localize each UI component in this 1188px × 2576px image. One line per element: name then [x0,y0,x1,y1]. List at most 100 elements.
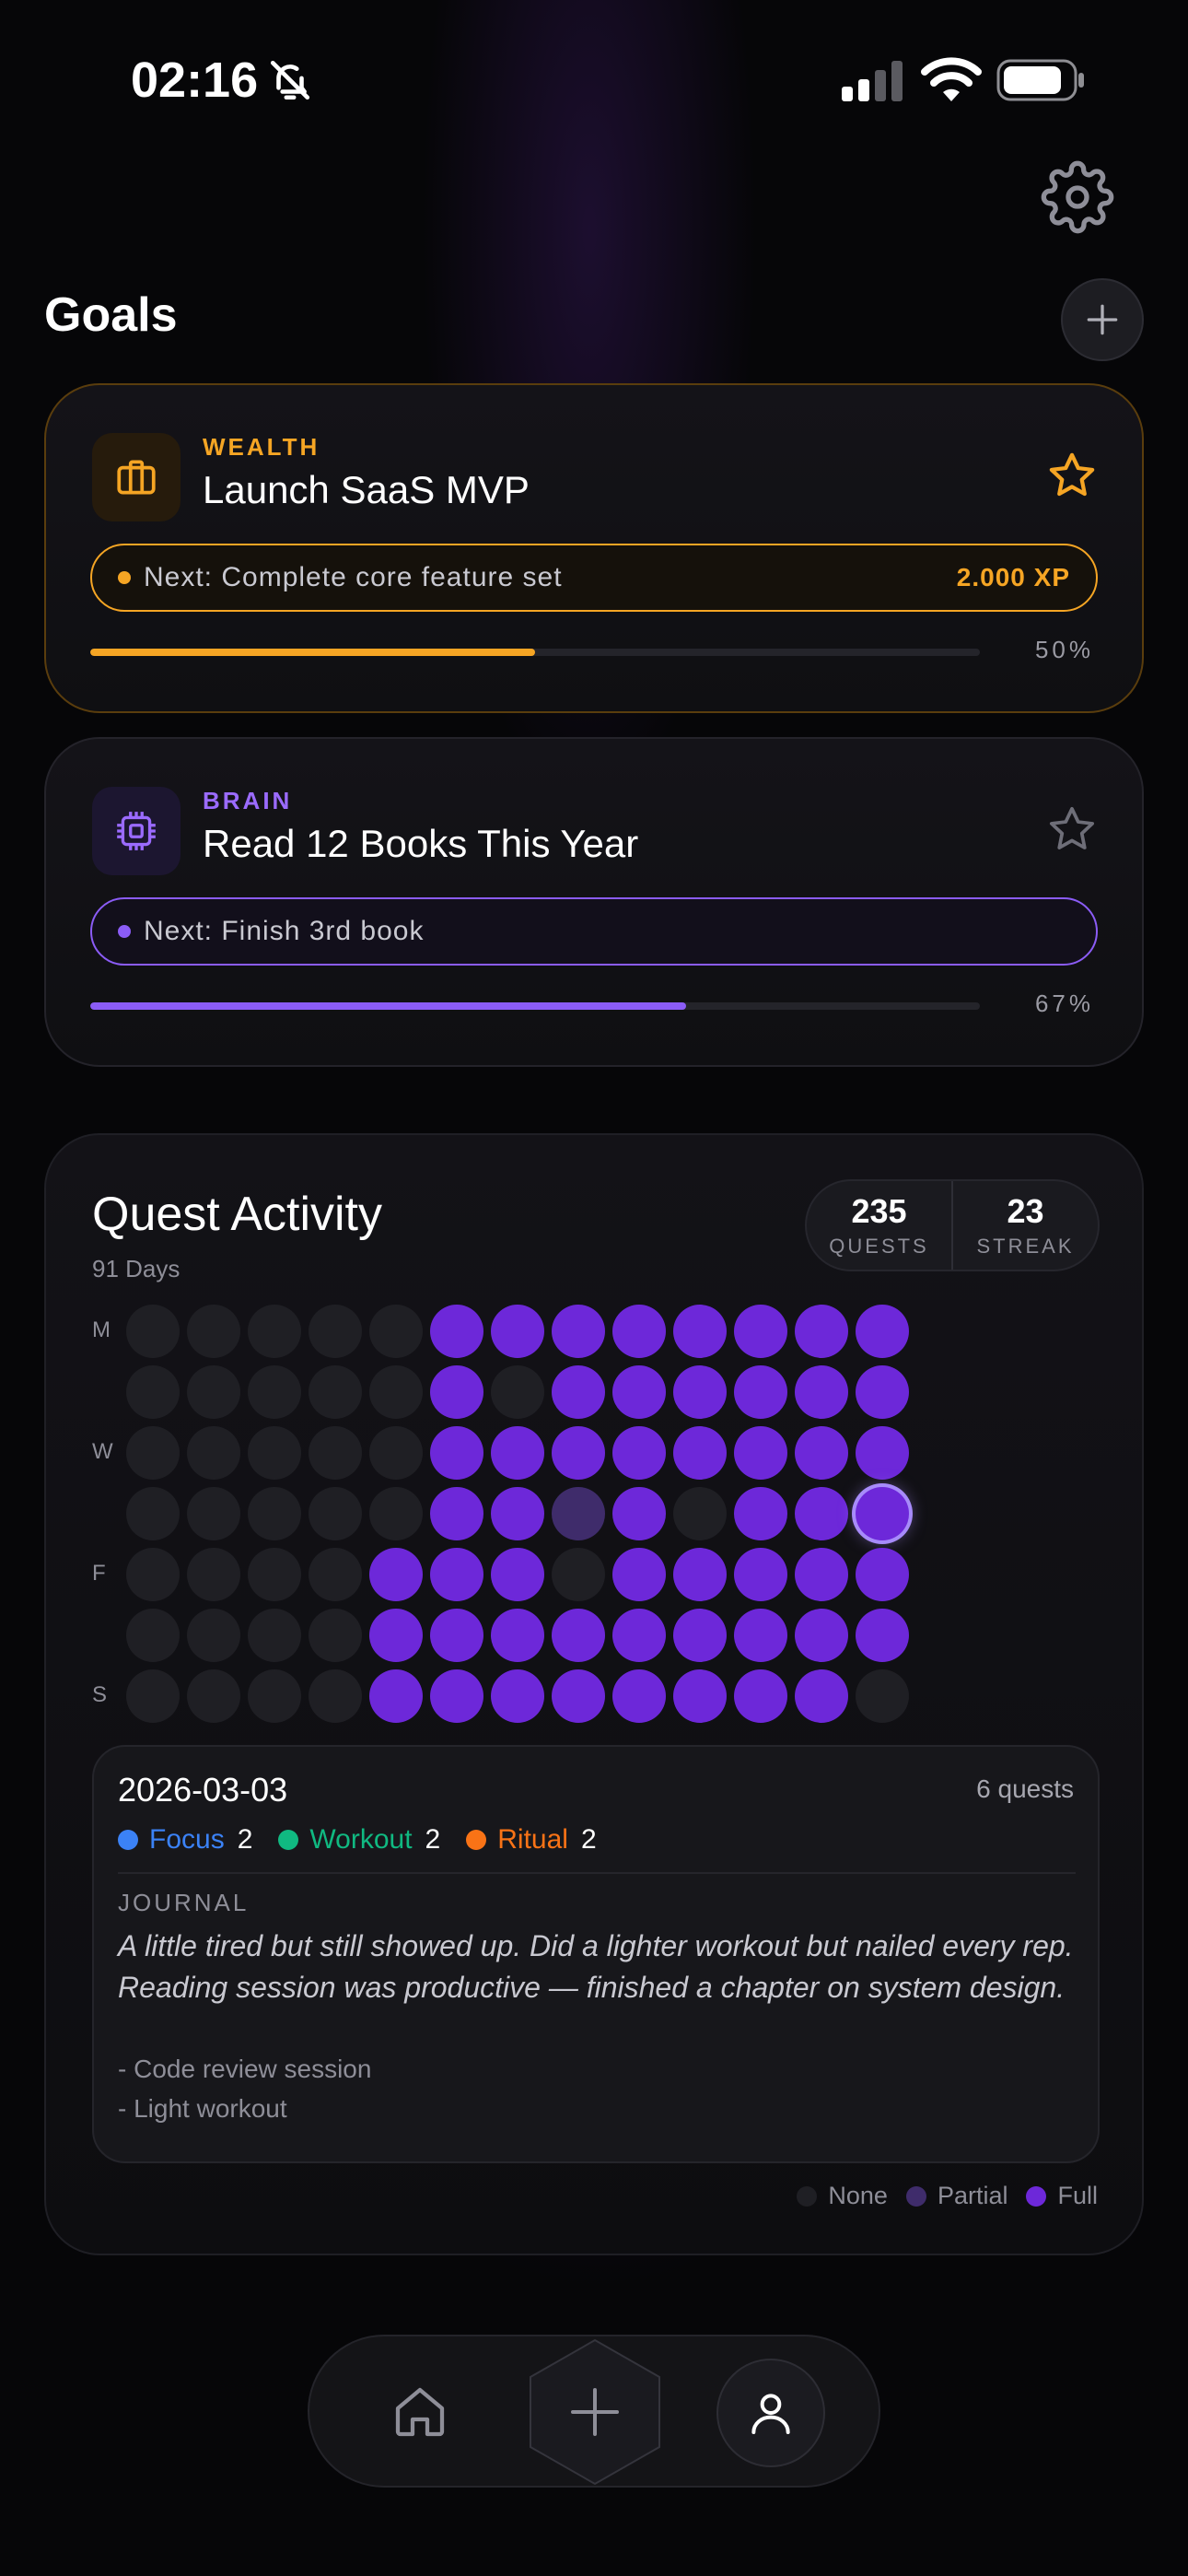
heatmap-cell[interactable] [430,1305,483,1358]
heatmap-cell[interactable] [187,1365,240,1419]
heatmap-cell[interactable] [126,1487,180,1540]
heatmap-cell[interactable] [612,1548,666,1601]
heatmap-cell[interactable] [856,1487,909,1540]
heatmap-cell[interactable] [309,1669,362,1723]
goal-card-wealth[interactable]: WEALTH Launch SaaS MVP Next: Complete co… [44,383,1144,713]
heatmap-cell[interactable] [734,1305,787,1358]
heatmap-cell[interactable] [187,1609,240,1662]
heatmap-cell[interactable] [856,1305,909,1358]
heatmap-cell[interactable] [430,1426,483,1480]
heatmap-cell[interactable] [248,1365,301,1419]
heatmap-cell[interactable] [795,1487,848,1540]
heatmap-cell[interactable] [673,1426,727,1480]
heatmap-cell[interactable] [552,1609,605,1662]
heatmap-cell[interactable] [369,1365,423,1419]
heatmap-cell[interactable] [734,1548,787,1601]
heatmap-cell[interactable] [612,1669,666,1723]
heatmap-cell[interactable] [795,1365,848,1419]
heatmap-cell[interactable] [248,1305,301,1358]
heatmap-cell[interactable] [309,1365,362,1419]
next-step-pill[interactable]: Next: Finish 3rd book [90,897,1098,966]
heatmap-cell[interactable] [612,1487,666,1540]
heatmap-cell[interactable] [369,1669,423,1723]
heatmap-cell[interactable] [612,1426,666,1480]
profile-button[interactable] [716,2359,825,2467]
heatmap-cell[interactable] [552,1487,605,1540]
heatmap-cell[interactable] [734,1426,787,1480]
heatmap-cell[interactable] [248,1487,301,1540]
goal-card-brain[interactable]: BRAIN Read 12 Books This Year Next: Fini… [44,737,1144,1067]
heatmap-cell[interactable] [491,1365,544,1419]
gear-icon[interactable] [1041,160,1114,234]
star-icon[interactable] [1046,803,1098,855]
heatmap-cell[interactable] [309,1609,362,1662]
heatmap-cell[interactable] [491,1426,544,1480]
heatmap-cell[interactable] [369,1487,423,1540]
heatmap-cell[interactable] [491,1305,544,1358]
heatmap-cell[interactable] [369,1548,423,1601]
heatmap-cell[interactable] [309,1548,362,1601]
heatmap-cell[interactable] [430,1487,483,1540]
heatmap-cell[interactable] [856,1548,909,1601]
heatmap-cell[interactable] [187,1548,240,1601]
heatmap-cell[interactable] [795,1305,848,1358]
heatmap-cell[interactable] [795,1548,848,1601]
heatmap-cell[interactable] [856,1609,909,1662]
heatmap-cell[interactable] [369,1609,423,1662]
heatmap-cell[interactable] [369,1305,423,1358]
heatmap-cell[interactable] [430,1609,483,1662]
heatmap-cell[interactable] [491,1548,544,1601]
heatmap-cell[interactable] [673,1548,727,1601]
heatmap-cell[interactable] [126,1305,180,1358]
star-icon[interactable] [1046,450,1098,501]
heatmap-cell[interactable] [491,1609,544,1662]
heatmap-cell[interactable] [734,1487,787,1540]
heatmap-cell[interactable] [126,1365,180,1419]
heatmap-cell[interactable] [673,1365,727,1419]
heatmap-cell[interactable] [612,1365,666,1419]
heatmap-cell[interactable] [126,1548,180,1601]
heatmap-cell[interactable] [126,1609,180,1662]
heatmap-cell[interactable] [126,1426,180,1480]
heatmap-cell[interactable] [673,1609,727,1662]
hexagon-add-icon[interactable] [527,2338,663,2486]
heatmap-cell[interactable] [795,1669,848,1723]
heatmap-cell[interactable] [856,1669,909,1723]
home-icon[interactable] [390,2383,449,2441]
heatmap-cell[interactable] [248,1609,301,1662]
heatmap-cell[interactable] [673,1669,727,1723]
heatmap-cell[interactable] [734,1669,787,1723]
heatmap-cell[interactable] [734,1609,787,1662]
heatmap-cell[interactable] [673,1305,727,1358]
heatmap-cell[interactable] [795,1609,848,1662]
heatmap-cell[interactable] [552,1669,605,1723]
heatmap-cell[interactable] [856,1365,909,1419]
heatmap-cell[interactable] [491,1487,544,1540]
heatmap-cell[interactable] [856,1426,909,1480]
heatmap-cell[interactable] [673,1487,727,1540]
heatmap-cell[interactable] [248,1426,301,1480]
heatmap-cell[interactable] [187,1487,240,1540]
heatmap-cell[interactable] [126,1669,180,1723]
heatmap-cell[interactable] [248,1669,301,1723]
heatmap-cell[interactable] [734,1365,787,1419]
heatmap-cell[interactable] [309,1426,362,1480]
heatmap-cell[interactable] [491,1669,544,1723]
add-goal-button[interactable] [1061,278,1144,361]
heatmap-cell[interactable] [309,1305,362,1358]
heatmap-cell[interactable] [552,1305,605,1358]
heatmap-cell[interactable] [187,1669,240,1723]
heatmap-cell[interactable] [612,1305,666,1358]
heatmap-cell[interactable] [248,1548,301,1601]
heatmap-cell[interactable] [430,1669,483,1723]
heatmap-cell[interactable] [430,1365,483,1419]
heatmap-cell[interactable] [552,1365,605,1419]
heatmap-cell[interactable] [612,1609,666,1662]
heatmap-cell[interactable] [369,1426,423,1480]
next-step-pill[interactable]: Next: Complete core feature set 2.000 XP [90,544,1098,612]
heatmap-cell[interactable] [430,1548,483,1601]
heatmap-cell[interactable] [309,1487,362,1540]
heatmap-cell[interactable] [552,1426,605,1480]
heatmap-cell[interactable] [795,1426,848,1480]
heatmap-cell[interactable] [552,1548,605,1601]
